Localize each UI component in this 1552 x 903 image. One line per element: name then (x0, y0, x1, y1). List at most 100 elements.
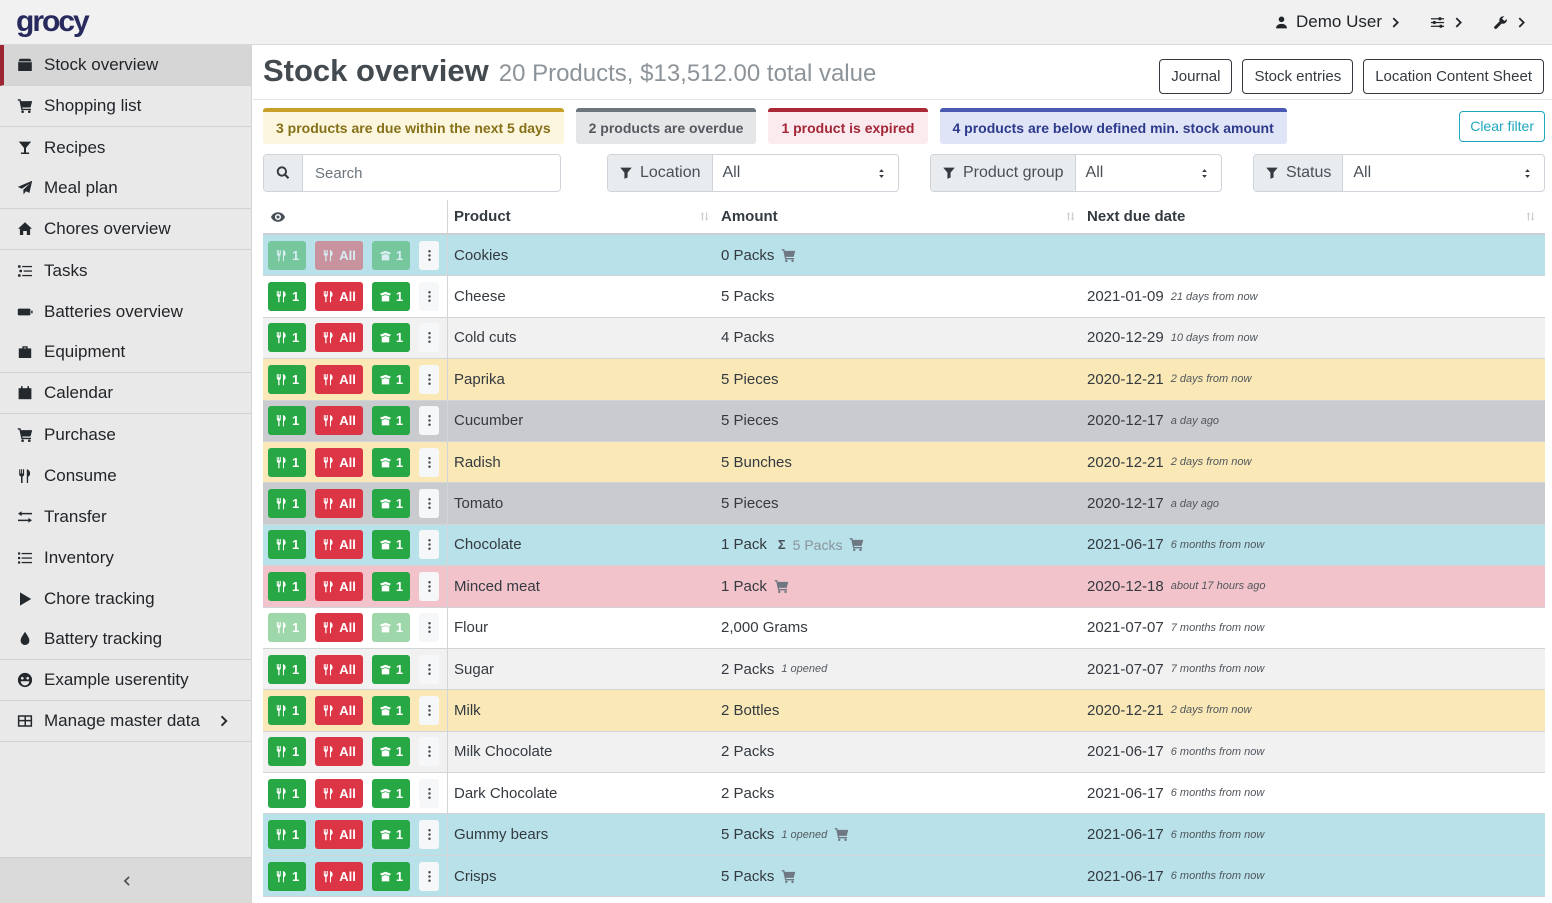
product-cell[interactable]: Cookies (448, 247, 719, 264)
consume-one-button[interactable]: 1 (268, 448, 306, 477)
open-one-button[interactable]: 1 (372, 779, 410, 808)
sort-icon[interactable] (1064, 210, 1077, 223)
open-one-button[interactable]: 1 (372, 365, 410, 394)
row-menu-button[interactable] (419, 323, 439, 352)
row-menu-button[interactable] (419, 282, 439, 311)
consume-one-button[interactable]: 1 (268, 282, 306, 311)
open-one-button[interactable]: 1 (372, 696, 410, 725)
sidebar-item-batteries-overview[interactable]: Batteries overview (0, 291, 251, 332)
consume-one-button[interactable]: 1 (268, 572, 306, 601)
open-one-button[interactable]: 1 (372, 282, 410, 311)
alert-warning[interactable]: 3 products are due within the next 5 day… (263, 108, 564, 144)
open-one-button[interactable]: 1 (372, 655, 410, 684)
product-cell[interactable]: Dark Chocolate (448, 785, 719, 802)
sidebar-item-consume[interactable]: Consume (0, 455, 251, 496)
shopping-cart-icon[interactable] (834, 827, 849, 842)
clear-filter-button[interactable]: Clear filter (1459, 111, 1545, 142)
product-cell[interactable]: Chocolate (448, 536, 719, 553)
sidebar-item-calendar[interactable]: Calendar (0, 373, 251, 414)
settings-menu[interactable] (1430, 15, 1467, 30)
consume-all-button[interactable]: All (315, 862, 363, 891)
consume-all-button[interactable]: All (315, 282, 363, 311)
product-cell[interactable]: Radish (448, 454, 719, 471)
open-one-button[interactable]: 1 (372, 737, 410, 766)
product-cell[interactable]: Cucumber (448, 412, 719, 429)
header-next-due-date[interactable]: Next due date (1085, 208, 1545, 225)
sidebar-item-tasks[interactable]: Tasks (0, 250, 251, 291)
admin-menu[interactable] (1493, 15, 1530, 30)
row-menu-button[interactable] (419, 737, 439, 766)
shopping-cart-icon[interactable] (781, 869, 796, 884)
consume-one-button[interactable]: 1 (268, 737, 306, 766)
row-menu-button[interactable] (419, 241, 439, 270)
journal-button[interactable]: Journal (1159, 59, 1232, 94)
sidebar-collapse-button[interactable] (0, 857, 251, 903)
consume-one-button[interactable]: 1 (268, 820, 306, 849)
row-menu-button[interactable] (419, 696, 439, 725)
sidebar-item-purchase[interactable]: Purchase (0, 414, 251, 455)
consume-all-button[interactable]: All (315, 365, 363, 394)
shopping-cart-icon[interactable] (774, 579, 789, 594)
row-menu-button[interactable] (419, 613, 439, 642)
user-menu[interactable]: Demo User (1274, 12, 1404, 32)
header-amount[interactable]: Amount (719, 208, 1085, 225)
consume-all-button[interactable]: All (315, 489, 363, 518)
row-menu-button[interactable] (419, 655, 439, 684)
sidebar-item-battery-tracking[interactable]: Battery tracking (0, 619, 251, 660)
consume-all-button[interactable]: All (315, 241, 363, 270)
sidebar-item-shopping-list[interactable]: Shopping list (0, 86, 251, 127)
open-one-button[interactable]: 1 (372, 862, 410, 891)
open-one-button[interactable]: 1 (372, 448, 410, 477)
consume-all-button[interactable]: All (315, 323, 363, 352)
open-one-button[interactable]: 1 (372, 820, 410, 849)
product-cell[interactable]: Tomato (448, 495, 719, 512)
product-cell[interactable]: Sugar (448, 661, 719, 678)
sidebar-item-example-userentity[interactable]: Example userentity (0, 660, 251, 701)
consume-one-button[interactable]: 1 (268, 613, 306, 642)
product-cell[interactable]: Gummy bears (448, 826, 719, 843)
filter-select[interactable]: All (1076, 155, 1221, 191)
sidebar-item-recipes[interactable]: Recipes (0, 127, 251, 168)
row-menu-button[interactable] (419, 406, 439, 435)
consume-all-button[interactable]: All (315, 530, 363, 559)
row-menu-button[interactable] (419, 530, 439, 559)
consume-one-button[interactable]: 1 (268, 489, 306, 518)
search-input[interactable] (303, 155, 560, 191)
consume-all-button[interactable]: All (315, 406, 363, 435)
shopping-cart-icon[interactable] (849, 537, 864, 552)
consume-one-button[interactable]: 1 (268, 323, 306, 352)
sidebar-item-meal-plan[interactable]: Meal plan (0, 168, 251, 209)
product-cell[interactable]: Minced meat (448, 578, 719, 595)
row-menu-button[interactable] (419, 489, 439, 518)
open-one-button[interactable]: 1 (372, 323, 410, 352)
consume-all-button[interactable]: All (315, 779, 363, 808)
product-cell[interactable]: Crisps (448, 868, 719, 885)
eye-icon[interactable] (270, 209, 286, 225)
row-menu-button[interactable] (419, 820, 439, 849)
sidebar-item-chore-tracking[interactable]: Chore tracking (0, 578, 251, 619)
sidebar-item-chores-overview[interactable]: Chores overview (0, 209, 251, 250)
row-menu-button[interactable] (419, 365, 439, 394)
product-cell[interactable]: Paprika (448, 371, 719, 388)
filter-select[interactable]: All (713, 155, 899, 191)
open-one-button[interactable]: 1 (372, 241, 410, 270)
open-one-button[interactable]: 1 (372, 530, 410, 559)
row-menu-button[interactable] (419, 779, 439, 808)
consume-one-button[interactable]: 1 (268, 241, 306, 270)
sidebar-item-transfer[interactable]: Transfer (0, 496, 251, 537)
consume-one-button[interactable]: 1 (268, 655, 306, 684)
open-one-button[interactable]: 1 (372, 406, 410, 435)
consume-all-button[interactable]: All (315, 655, 363, 684)
stock-entries-button[interactable]: Stock entries (1242, 59, 1353, 94)
product-cell[interactable]: Cheese (448, 288, 719, 305)
consume-one-button[interactable]: 1 (268, 696, 306, 725)
product-cell[interactable]: Cold cuts (448, 329, 719, 346)
consume-all-button[interactable]: All (315, 737, 363, 766)
header-product[interactable]: Product (448, 208, 719, 225)
sidebar-item-inventory[interactable]: Inventory (0, 537, 251, 578)
open-one-button[interactable]: 1 (372, 572, 410, 601)
alert-danger[interactable]: 1 product is expired (768, 108, 927, 144)
product-cell[interactable]: Milk Chocolate (448, 743, 719, 760)
sidebar-item-manage-master-data[interactable]: Manage master data (0, 701, 251, 742)
consume-one-button[interactable]: 1 (268, 530, 306, 559)
